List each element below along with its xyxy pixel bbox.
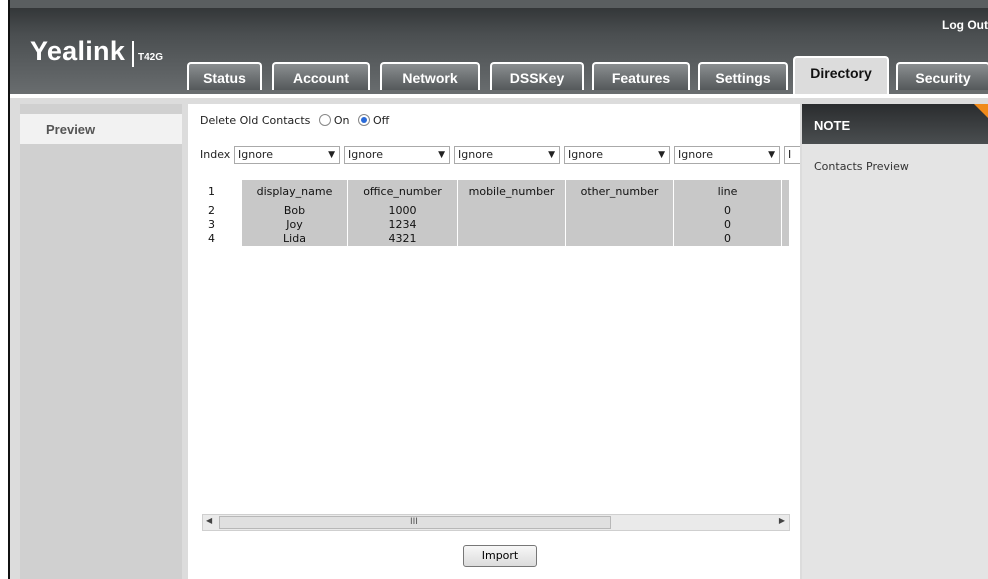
table-row: 4 Lida 4321 0: [200, 232, 790, 246]
table-cell: line: [674, 180, 782, 204]
delete-old-contacts-label: Delete Old Contacts: [200, 114, 311, 127]
table-cell: [566, 204, 674, 218]
delete-old-contacts-row: Delete Old Contacts On Off: [200, 114, 389, 127]
scroll-right-icon[interactable]: ▶: [779, 516, 785, 525]
tab-security[interactable]: Security: [896, 62, 988, 90]
tab-status[interactable]: Status: [187, 62, 262, 90]
table-cell: 0: [674, 218, 782, 232]
table-cell: 1234: [348, 218, 458, 232]
table-cell: [458, 218, 566, 232]
table-cell: [458, 232, 566, 246]
tab-directory[interactable]: Directory: [793, 56, 889, 96]
table-cell: 0: [674, 204, 782, 218]
radio-off-label: Off: [373, 114, 390, 127]
corner-flag-icon: [974, 104, 988, 120]
tab-account[interactable]: Account: [272, 62, 370, 90]
sidebar-item-preview[interactable]: Preview: [20, 114, 182, 144]
chevron-down-icon: ▼: [658, 150, 665, 160]
radio-on[interactable]: [318, 114, 331, 126]
note-title: NOTE: [814, 118, 851, 133]
table-cell: [566, 218, 674, 232]
logo-separator: [132, 41, 134, 67]
tab-bar-underline: [10, 94, 988, 98]
tab-network[interactable]: Network: [380, 62, 480, 90]
column-mapping-row: Index Ignore ▼ Ignore ▼ Ignore ▼ Ignore ▼ Ig…: [200, 146, 800, 166]
row-index: 2: [200, 204, 242, 218]
table-row: 1 display_name office_number mobile_numb…: [200, 180, 790, 204]
table-cell: other_number: [566, 180, 674, 204]
sidebar-item-label: Preview: [46, 122, 96, 137]
table-cell: office_number: [348, 180, 458, 204]
table-row: 3 Joy 1234 0: [200, 218, 790, 232]
row-index: 4: [200, 232, 242, 246]
chevron-down-icon: ▼: [768, 150, 775, 160]
tab-dsskey[interactable]: DSSKey: [490, 62, 584, 90]
radio-on-label: On: [333, 114, 350, 127]
column-select-4[interactable]: Ignore ▼: [564, 146, 670, 164]
note-header: NOTE: [802, 104, 988, 144]
top-header: Yealink T42G Log Out Status Account Netw…: [10, 0, 988, 96]
import-button[interactable]: Import: [463, 545, 537, 567]
scrollbar-thumb[interactable]: III: [219, 516, 611, 529]
model-label: T42G: [138, 52, 164, 63]
index-label: Index: [200, 148, 231, 161]
table-cell: [782, 218, 790, 232]
table-cell: Joy: [242, 218, 348, 232]
note-panel: NOTE Contacts Preview: [802, 104, 988, 579]
logout-link[interactable]: Log Out: [942, 18, 988, 32]
table-cell: [566, 232, 674, 246]
table-cell: [458, 204, 566, 218]
table-cell: Lida: [242, 232, 348, 246]
yealink-logo: Yealink: [30, 36, 126, 66]
table-cell: [782, 232, 790, 246]
horizontal-scrollbar[interactable]: ◀ III ▶: [202, 514, 790, 531]
scrollbar-grip: III: [410, 517, 418, 527]
row-index: 1: [200, 180, 242, 204]
row-index: 3: [200, 218, 242, 232]
tab-features[interactable]: Features: [592, 62, 690, 90]
note-text: Contacts Preview: [814, 160, 909, 173]
column-select-2[interactable]: Ignore ▼: [344, 146, 450, 164]
table-cell: 4321: [348, 232, 458, 246]
table-cell: display_name: [242, 180, 348, 204]
browser-frame: Yealink T42G Log Out Status Account Netw…: [8, 0, 988, 579]
chevron-down-icon: ▼: [548, 150, 555, 160]
header-shine: [10, 0, 988, 8]
table-row: 2 Bob 1000 0: [200, 204, 790, 218]
main-content: Delete Old Contacts On Off Index Ignore ▼…: [188, 104, 800, 579]
table-cell: 1000: [348, 204, 458, 218]
table-cell: [782, 180, 790, 204]
chevron-down-icon: ▼: [328, 150, 335, 160]
table-cell: 0: [674, 232, 782, 246]
column-select-3[interactable]: Ignore ▼: [454, 146, 560, 164]
radio-off[interactable]: [358, 114, 371, 126]
sidebar: Preview: [20, 104, 182, 579]
table-cell: [782, 204, 790, 218]
table-cell: Bob: [242, 204, 348, 218]
chevron-down-icon: ▼: [438, 150, 445, 160]
tab-settings[interactable]: Settings: [698, 62, 788, 90]
column-select-1[interactable]: Ignore ▼: [234, 146, 340, 164]
table-cell: mobile_number: [458, 180, 566, 204]
scroll-left-icon[interactable]: ◀: [206, 516, 212, 525]
column-select-5[interactable]: Ignore ▼: [674, 146, 780, 164]
column-select-6[interactable]: I: [784, 146, 800, 164]
